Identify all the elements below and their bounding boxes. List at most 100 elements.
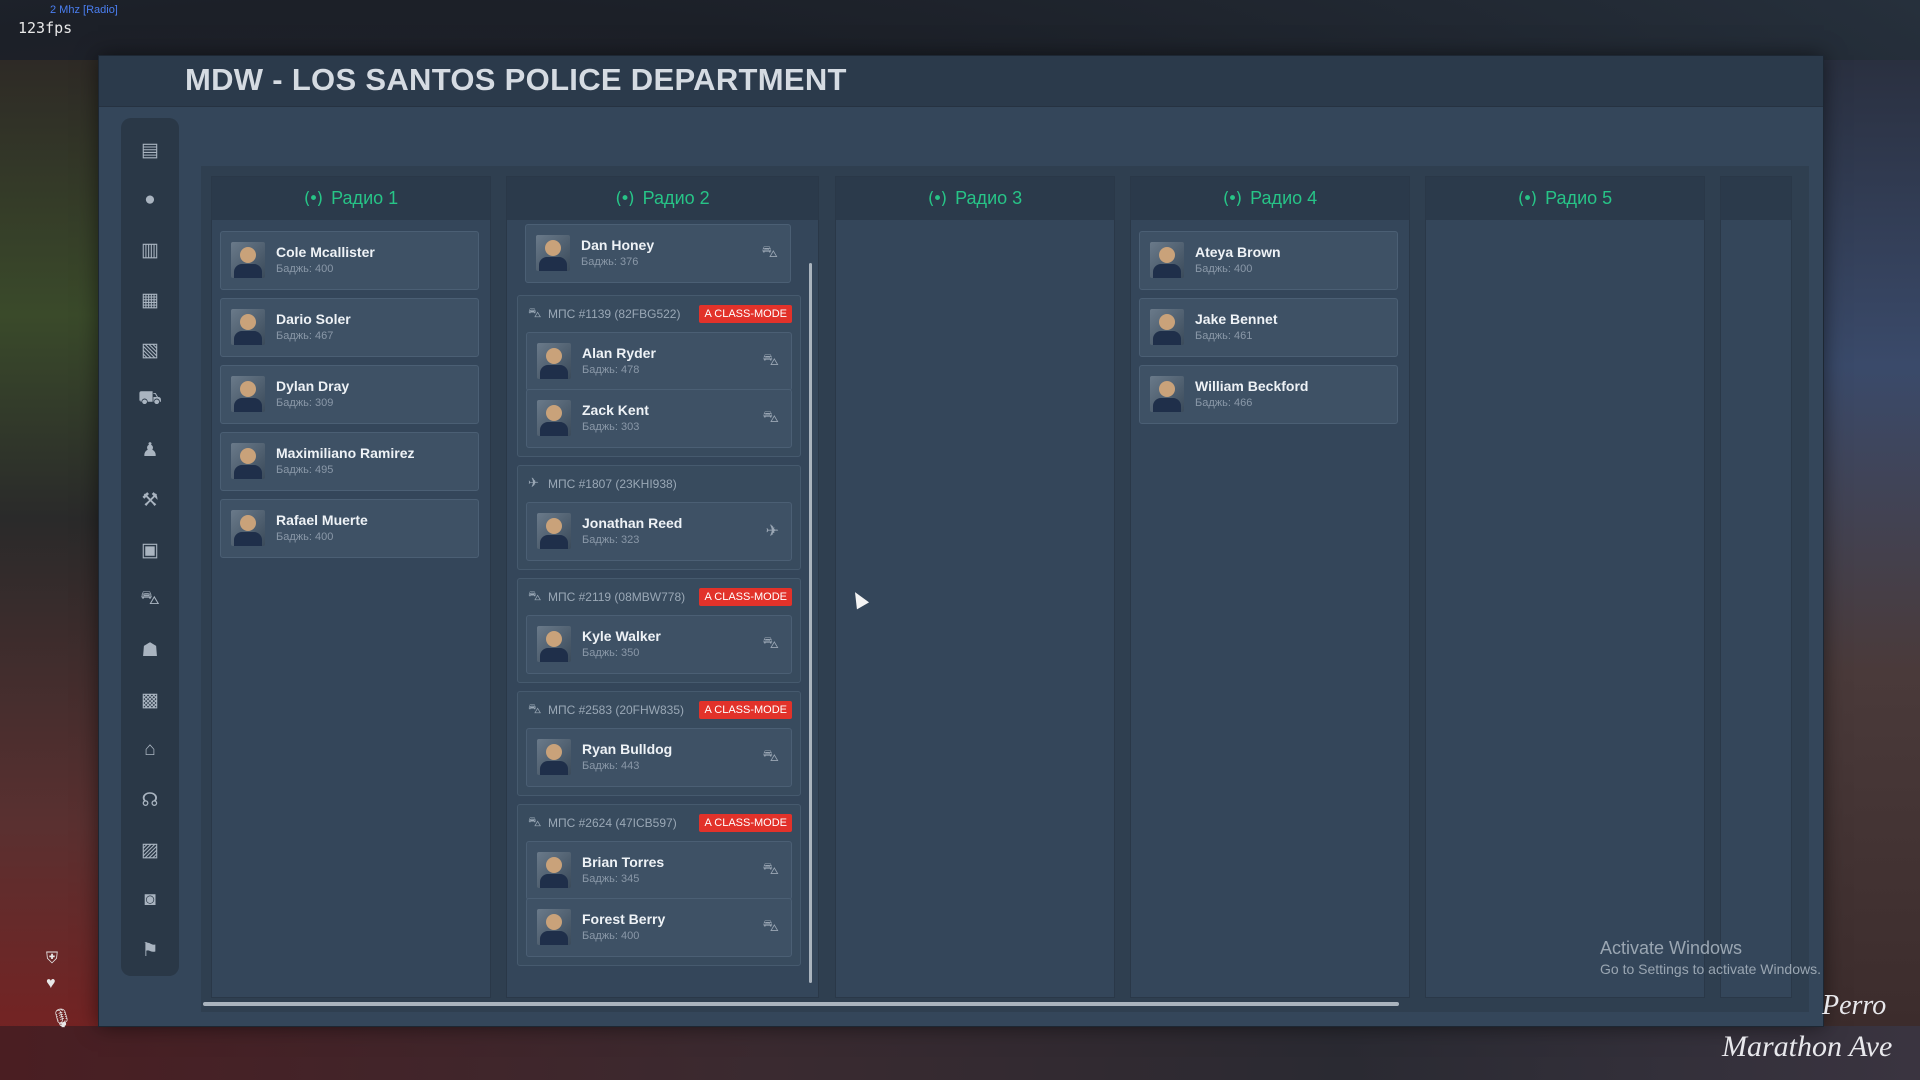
unit-name: Forest Berry [582,911,666,927]
radio-column-header: (•) Радио 3 [836,177,1114,220]
unit-card[interactable]: Dan Honey Баджь: 376 ⛍ [525,224,791,283]
vehicle-group[interactable]: ⛍ МПС #2583 (20FHW835) A CLASS-MODE Ryan Bu… [517,691,801,796]
vehicle-group[interactable]: ✈ МПС #1807 (23KHI938) Jonathan Reed Баджь:… [517,465,801,570]
radio-column[interactable]: (•) Радио 4 Ateya Brown Баджь: 400 Jake Benn… [1130,176,1410,998]
car-icon[interactable]: ⛍ [763,351,780,371]
car-icon[interactable]: ⛍ [762,243,779,263]
clipboard-icon[interactable]: ▧ [121,330,179,370]
unit-name: Cole Mcallister [276,244,375,260]
radio-column-title: Радио 5 [1545,188,1613,208]
unit-card[interactable]: Cole Mcallister Баджь: 400 [220,231,479,290]
unit-name: Dylan Dray [276,378,350,394]
class-mode-badge: A CLASS-MODE [699,588,792,606]
unit-badge: Баджь: 309 [276,397,334,409]
vehicle-group[interactable]: ⛍ МПС #1139 (82FBG522) A CLASS-MODE Alan Ry… [517,295,801,457]
unit-card[interactable]: Brian Torres Баджь: 345 ⛍ [526,841,792,900]
home-icon[interactable]: ⌂ [121,730,179,770]
unit-card[interactable]: Ateya Brown Баджь: 400 [1139,231,1398,290]
briefcase-icon[interactable]: ▣ [121,530,179,570]
car-icon[interactable]: ⛍ [763,634,780,654]
unit-card[interactable]: William Beckford Баджь: 466 [1139,365,1398,424]
person-icon[interactable]: ● [121,180,179,220]
avatar [231,376,265,412]
broadcast-tower-icon: (•) [927,188,947,209]
unit-card[interactable]: Zack Kent Баджь: 303 ⛍ [526,389,792,448]
gavel-icon[interactable]: ⚒ [121,480,179,520]
microphone-icon: 🎙 [50,1008,73,1028]
flag-checkered-icon[interactable]: ⚑ [121,930,179,970]
newspaper-icon[interactable]: ▤ [121,130,179,170]
game-background-right [1820,60,1920,1080]
car-icon[interactable]: ⛍ [763,917,780,937]
radio-column-header: (•) Радио 5 [1426,177,1704,220]
unit-card[interactable]: Forest Berry Баджь: 400 ⛍ [526,898,792,957]
unit-badge: Баджь: 350 [582,647,640,659]
car-icon[interactable]: ⛍ [763,408,780,428]
unit-card[interactable]: Kyle Walker Баджь: 350 ⛍ [526,615,792,674]
avatar [231,309,265,345]
page-title: MDW - LOS SANTOS POLICE DEPARTMENT [185,62,847,97]
health-icon: ♥ [46,975,56,992]
unit-badge: Баджь: 461 [1195,330,1253,342]
horizontal-scrollbar[interactable] [203,1002,1399,1006]
unit-card[interactable]: Jake Bennet Баджь: 461 [1139,298,1398,357]
building-icon[interactable]: ▩ [121,680,179,720]
unit-badge: Баджь: 400 [582,930,640,942]
broadcast-tower-icon: (•) [1517,188,1537,209]
unit-badge: Баджь: 376 [581,256,639,268]
unit-card[interactable]: Alan Ryder Баджь: 478 ⛍ [526,332,792,391]
radio-column-title: Радио 4 [1250,188,1318,208]
document-icon[interactable]: ▥ [121,230,179,270]
avatar [231,443,265,479]
radio-column[interactable]: (•) Радио 5 [1425,176,1705,998]
unit-card[interactable]: Jonathan Reed Баджь: 323 ✈ [526,502,792,561]
unit-card[interactable]: Dylan Dray Баджь: 309 [220,365,479,424]
vehicle-group[interactable]: ⛍ МПС #2624 (47ICB597) A CLASS-MODE Brian T… [517,804,801,966]
vehicle-group-header: ⛍ МПС #2624 (47ICB597) A CLASS-MODE [528,814,792,836]
radio-column[interactable]: (•) Радио 3 [835,176,1115,998]
radio-column[interactable]: (•) Радио 1 Cole Mcallister Баджь: 400 Dario… [211,176,491,998]
mdw-header: MDW - LOS SANTOS POLICE DEPARTMENT [99,56,1823,107]
unit-name: William Beckford [1195,378,1309,394]
unit-card[interactable]: Dario Soler Баджь: 467 [220,298,479,357]
vehicle-group-label: МПС #1139 (82FBG522) [548,307,681,321]
car-icon[interactable]: ⛍ [763,860,780,880]
car-crash-icon[interactable]: ⛟ [121,380,179,420]
file-icon[interactable]: ▦ [121,280,179,320]
vehicle-group[interactable]: ⛍ МПС #2119 (08MBW778) A CLASS-MODE Kyle Wa… [517,578,801,683]
headset-icon[interactable]: ☊ [121,780,179,820]
avatar [537,400,571,436]
radio-column-title: Радио 3 [955,188,1023,208]
class-mode-badge: A CLASS-MODE [699,305,792,323]
unit-name: Dario Soler [276,311,351,327]
broadcast-tower-icon: (•) [1222,188,1242,209]
unit-badge: Баджь: 400 [1195,263,1253,275]
unit-card[interactable]: Maximiliano Ramirez Баджь: 495 [220,432,479,491]
camera-icon[interactable]: ◙ [121,880,179,920]
activate-windows-hint: Go to Settings to activate Windows. [1600,961,1821,977]
radio-column-partial [1720,176,1792,998]
radio-column[interactable]: (•) Радио 2 Dan Honey Баджь: 376 ⛍ ⛍ МПС #1139… [506,176,819,998]
unit-name: Zack Kent [582,402,649,418]
activate-windows-title: Activate Windows [1600,938,1743,958]
images-icon[interactable]: ▨ [121,830,179,870]
vehicle-group-label: МПС #2119 (08MBW778) [548,590,686,604]
unit-card[interactable]: Rafael Muerte Баджь: 400 [220,499,479,558]
unit-name: Jake Bennet [1195,311,1278,327]
user-lock-icon[interactable]: ♟ [121,430,179,470]
unit-badge: Баджь: 443 [582,760,640,772]
radio-column-title: Радио 1 [331,188,399,208]
armor-icon: ⛨ [46,950,59,967]
avatar [537,343,571,379]
car-icon: ⛍ [528,814,542,829]
car-icon[interactable]: ⛍ [121,580,179,620]
users-icon[interactable]: ☗ [121,630,179,670]
unit-name: Kyle Walker [582,628,661,644]
vehicle-group-label: МПС #1807 (23KHI938) [548,477,677,491]
unit-card[interactable]: Ryan Bulldog Баджь: 443 ⛍ [526,728,792,787]
vertical-scrollbar[interactable] [809,263,812,983]
vehicle-group-header: ✈ МПС #1807 (23KHI938) [528,475,792,497]
helicopter-icon[interactable]: ✈ [766,521,779,541]
windows-activation-watermark: Activate Windows Go to Settings to activ… [1600,938,1821,977]
car-icon[interactable]: ⛍ [763,747,780,767]
